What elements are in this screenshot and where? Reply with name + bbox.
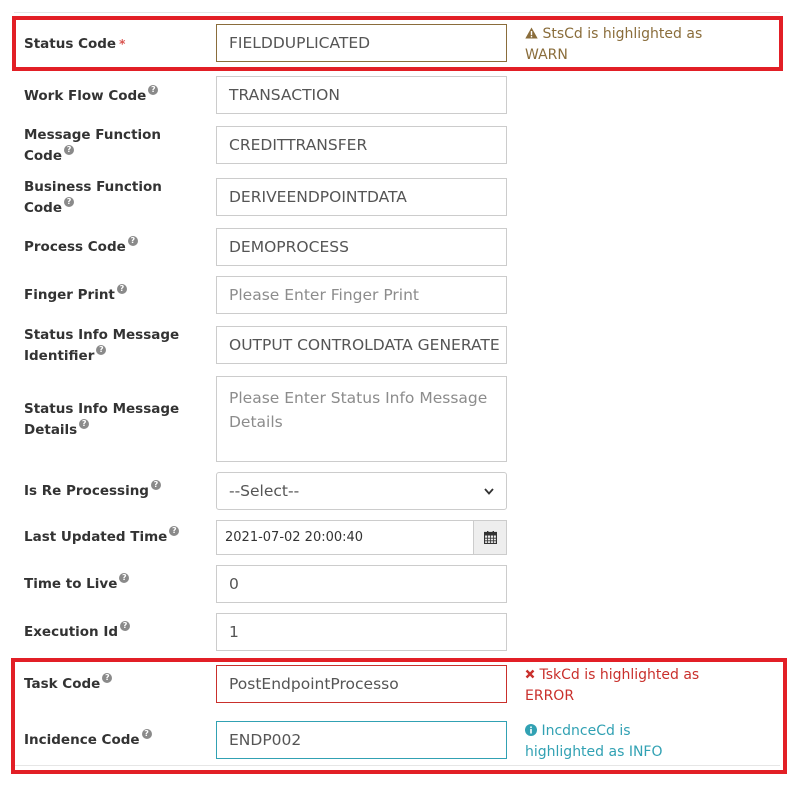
question-circle-icon[interactable]: ?	[96, 345, 107, 355]
label-status-info-message-details: Status Info Message Details?	[24, 401, 180, 438]
question-circle-icon[interactable]: ?	[169, 526, 180, 536]
label-last-updated-time: Last Updated Time?	[24, 526, 204, 548]
work-flow-code-input[interactable]: TRANSACTION	[216, 76, 507, 114]
chevron-down-icon	[484, 487, 494, 495]
process-code-input[interactable]: DEMOPROCESS	[216, 228, 507, 266]
last-updated-time-input[interactable]: 2021-07-02 20:00:40	[217, 521, 473, 554]
finger-print-input[interactable]: Please Enter Finger Print	[216, 276, 507, 314]
highlight-box-error-info	[11, 658, 787, 774]
calendar-icon	[483, 531, 497, 544]
label-execution-id: Execution Id?	[24, 621, 204, 643]
question-circle-icon[interactable]: ?	[120, 621, 131, 631]
label-business-function-code: Business Function Code?	[24, 179, 162, 216]
divider	[14, 12, 780, 13]
last-updated-time-field: 2021-07-02 20:00:40	[216, 520, 507, 555]
question-circle-icon[interactable]: ?	[119, 573, 130, 583]
time-to-live-input[interactable]: 0	[216, 565, 507, 603]
question-circle-icon[interactable]: ?	[116, 284, 127, 294]
is-re-processing-select[interactable]: --Select--	[216, 472, 507, 510]
label-message-function-code: Message Function Code?	[24, 127, 162, 164]
question-circle-icon[interactable]: ?	[64, 145, 75, 155]
label-is-re-processing: Is Re Processing?	[24, 480, 204, 502]
question-circle-icon[interactable]: ?	[150, 480, 161, 490]
highlight-box-warn	[12, 16, 783, 71]
question-circle-icon[interactable]: ?	[127, 236, 138, 246]
question-circle-icon[interactable]: ?	[148, 85, 159, 95]
label-time-to-live: Time to Live?	[24, 573, 204, 595]
execution-id-input[interactable]: 1	[216, 613, 507, 651]
status-info-message-identifier-input[interactable]: OUTPUT CONTROLDATA GENERATE	[216, 326, 507, 364]
business-function-code-input[interactable]: DERIVEENDPOINTDATA	[216, 178, 507, 216]
label-status-info-message-identifier: Status Info Message Identifier?	[24, 327, 180, 364]
label-finger-print: Finger Print?	[24, 284, 204, 306]
status-info-message-details-textarea[interactable]: Please Enter Status Info Message Details	[216, 376, 507, 462]
question-circle-icon[interactable]: ?	[79, 419, 90, 429]
calendar-button[interactable]	[473, 521, 506, 554]
label-process-code: Process Code?	[24, 236, 204, 258]
label-work-flow-code: Work Flow Code?	[24, 85, 204, 107]
message-function-code-input[interactable]: CREDITTRANSFER	[216, 126, 507, 164]
question-circle-icon[interactable]: ?	[64, 197, 75, 207]
